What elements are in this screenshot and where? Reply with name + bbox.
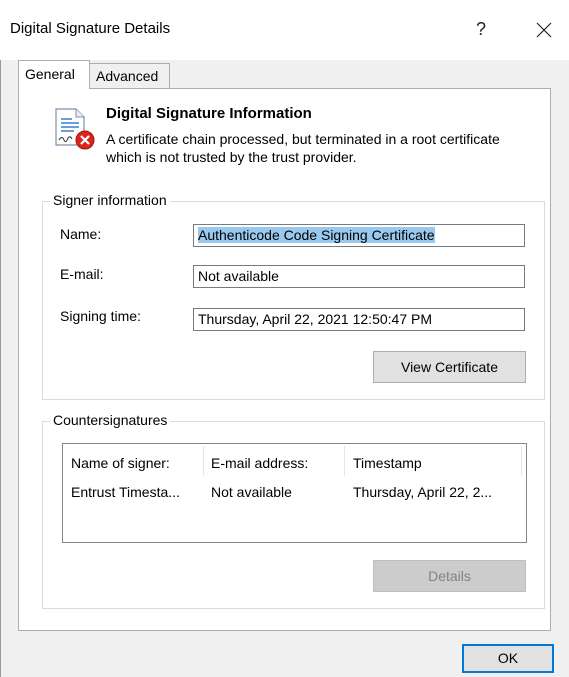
- signing-time-field[interactable]: Thursday, April 22, 2021 12:50:47 PM: [193, 308, 525, 331]
- tab-general[interactable]: General: [18, 60, 90, 89]
- ok-button[interactable]: OK: [462, 644, 554, 673]
- cell-email-address: Not available: [211, 484, 292, 500]
- countersignatures-list[interactable]: Name of signer: E-mail address: Timestam…: [62, 443, 527, 543]
- name-label: Name:: [60, 226, 102, 242]
- column-header-name-of-signer[interactable]: Name of signer:: [71, 455, 170, 471]
- cell-timestamp: Thursday, April 22, 2...: [353, 484, 493, 500]
- column-divider[interactable]: [344, 446, 345, 476]
- signature-info-heading: Digital Signature Information: [106, 105, 312, 122]
- digital-signature-details-window: Digital Signature Details ? Advanced Gen…: [0, 0, 569, 677]
- window-title: Digital Signature Details: [10, 20, 171, 37]
- column-header-email-address[interactable]: E-mail address:: [211, 455, 308, 471]
- details-button[interactable]: Details: [373, 560, 526, 592]
- email-label: E-mail:: [60, 266, 104, 282]
- close-icon: [536, 22, 552, 38]
- name-field[interactable]: Authenticode Code Signing Certificate: [193, 224, 525, 247]
- view-certificate-button[interactable]: View Certificate: [373, 351, 526, 383]
- window-border: [0, 60, 1, 677]
- countersignatures-legend: Countersignatures: [50, 412, 171, 428]
- column-divider[interactable]: [203, 446, 204, 476]
- column-divider[interactable]: [521, 446, 522, 476]
- signing-time-label: Signing time:: [60, 308, 141, 324]
- certificate-error-icon: [52, 107, 98, 153]
- help-button[interactable]: ?: [466, 14, 496, 44]
- email-field[interactable]: Not available: [193, 265, 525, 288]
- signature-status-message: A certificate chain processed, but termi…: [106, 131, 500, 165]
- title-bar: Digital Signature Details ?: [0, 0, 569, 60]
- cell-signer-name: Entrust Timesta...: [71, 484, 180, 500]
- signer-information-legend: Signer information: [50, 192, 170, 208]
- tab-advanced[interactable]: Advanced: [89, 63, 170, 89]
- close-button[interactable]: [527, 14, 561, 44]
- name-value: Authenticode Code Signing Certificate: [198, 227, 435, 243]
- column-header-timestamp[interactable]: Timestamp: [353, 455, 422, 471]
